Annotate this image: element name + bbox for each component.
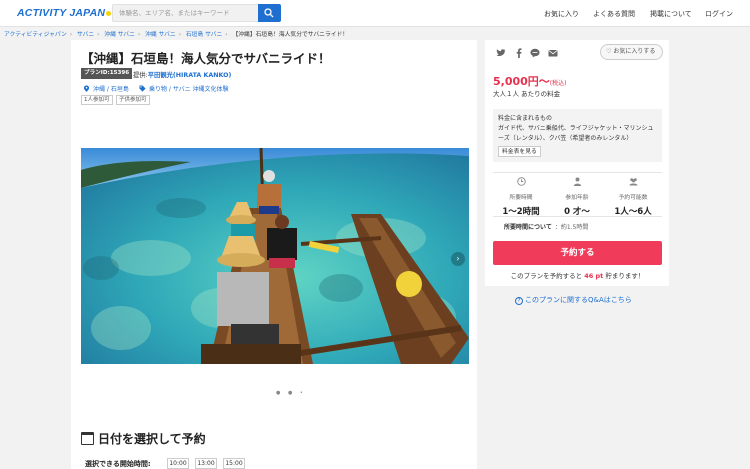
- included-title: 料金に含まれるもの: [498, 115, 553, 122]
- map-pin-icon: [83, 85, 90, 92]
- location-link[interactable]: 沖縄 / 石垣島: [83, 84, 129, 93]
- points-note: このプランを予約すると 46 pt 貯まります！: [510, 272, 645, 280]
- twitter-icon[interactable]: [496, 48, 506, 58]
- group-icon: [628, 178, 638, 186]
- breadcrumb-item[interactable]: 沖縄 サバニ: [104, 32, 135, 38]
- tag-chip: 1人参加可: [81, 95, 113, 105]
- photo-next-button[interactable]: ›: [451, 252, 465, 266]
- line-icon[interactable]: [530, 48, 540, 58]
- site-header: ACTIVITY JAPAN 体験名、エリア名、またはキーワード お気に入り よ…: [0, 0, 750, 27]
- site-logo[interactable]: ACTIVITY JAPAN: [17, 7, 112, 19]
- stat-age: 参加年齢 0 才〜: [549, 173, 605, 218]
- provider: 提供:平田観光(HIRATA KANKO): [133, 72, 232, 79]
- time-option[interactable]: 13:00: [195, 458, 217, 469]
- calendar-heading: 日付を選択して予約: [81, 430, 206, 447]
- mail-icon[interactable]: [548, 48, 558, 58]
- facebook-icon[interactable]: [514, 48, 524, 58]
- nav-faq[interactable]: よくある質問: [593, 9, 635, 19]
- plan-id-badge: プランID:15396: [81, 68, 133, 79]
- booking-sidebar: ♡ お気に入りする 5,000円〜(税込) 大人１人 あたりの料金 料金に含まれ…: [485, 40, 669, 286]
- duration-note: 所要時間について ：約1.5時間: [504, 224, 589, 231]
- fee-table-button[interactable]: 料金表を見る: [498, 146, 541, 157]
- search-button[interactable]: [258, 4, 281, 22]
- person-icon: [573, 177, 581, 186]
- search-input[interactable]: 体験名、エリア名、またはキーワード: [112, 4, 258, 22]
- nav-login[interactable]: ログイン: [705, 9, 733, 19]
- stat-duration: 所要時間 1〜2時間: [493, 173, 549, 218]
- photo-pagination[interactable]: ● ● •: [276, 390, 306, 396]
- provider-link[interactable]: 平田観光(HIRATA KANKO): [148, 72, 232, 79]
- breadcrumb-item[interactable]: サバニ: [77, 32, 94, 38]
- tag-icon: [139, 85, 146, 92]
- time-option[interactable]: 15:00: [223, 458, 245, 469]
- breadcrumb-item[interactable]: アクティビティジャパン: [4, 32, 67, 38]
- breadcrumb: アクティビティジャパン › サバニ › 沖縄 サバニ › 沖縄 サバニ › 石垣島 サバ…: [4, 32, 349, 38]
- heart-icon: ♡: [606, 48, 612, 55]
- calendar-icon: [81, 432, 94, 445]
- nav-favorites[interactable]: お気に入り: [544, 9, 579, 19]
- search-icon: [264, 8, 274, 18]
- price-unit: 大人１人 あたりの料金: [493, 90, 561, 98]
- sabani-boat-photo: [81, 148, 469, 364]
- time-option[interactable]: 10:00: [167, 458, 189, 469]
- stat-capacity: 予約可能数 1人〜6人: [605, 173, 661, 218]
- favorite-button[interactable]: ♡ お気に入りする: [600, 44, 663, 60]
- breadcrumb-current: 【沖縄】石垣島！海人気分でサバニライド！: [232, 32, 349, 38]
- page-title: 【沖縄】石垣島！海人気分でサバニライド！: [81, 51, 331, 66]
- nav-listing[interactable]: 掲載について: [650, 9, 692, 19]
- plan-main: 【沖縄】石垣島！海人気分でサバニライド！ プランID:15396 提供:平田観光…: [71, 40, 477, 469]
- qa-link[interactable]: ? このプランに関するQ&Aはこちら: [515, 295, 632, 305]
- category-link[interactable]: 乗り物 / サバニ 沖縄文化体験: [139, 84, 229, 93]
- price: 5,000円〜(税込): [493, 75, 567, 88]
- plan-stats: 所要時間 1〜2時間 参加年齢 0 才〜 予約可能数 1人〜6人: [493, 172, 662, 217]
- tag-chip: 子供参加可: [116, 95, 150, 105]
- plan-photo[interactable]: [81, 148, 469, 364]
- clock-icon: [516, 177, 526, 186]
- reserve-button[interactable]: 予約する: [493, 241, 662, 265]
- breadcrumb-item[interactable]: 沖縄 サバニ: [145, 32, 176, 38]
- logo-dot-icon: [106, 11, 112, 16]
- breadcrumb-item[interactable]: 石垣島 サバニ: [186, 32, 222, 38]
- included-text: ガイド代、サバニ乗船代、ライフジャケット・マリンシューズ（レンタル）、クバ笠（希…: [498, 125, 654, 142]
- question-icon: ?: [515, 297, 523, 305]
- start-time-label: 選択できる開始時間:: [85, 460, 151, 468]
